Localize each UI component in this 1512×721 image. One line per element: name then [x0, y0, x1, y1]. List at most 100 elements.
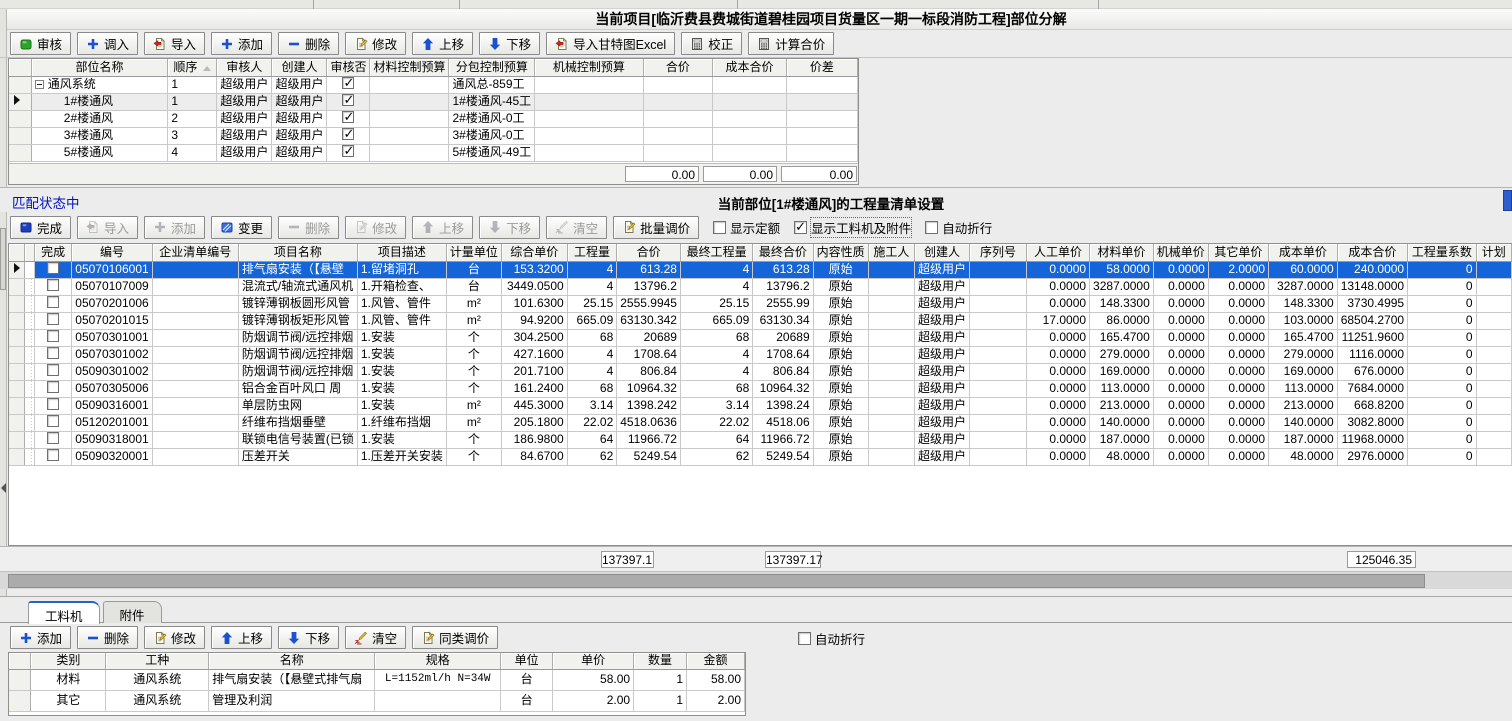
tab-resources[interactable]: 工料机 — [28, 601, 100, 624]
boq-row[interactable]: 05090316001 单层防虫网 1.安装 m² 445.3000 3.14 … — [9, 397, 1512, 414]
audited-checkbox[interactable] — [342, 94, 354, 106]
import-list-button[interactable]: 导入 — [77, 216, 138, 239]
calc-total-price-button[interactable]: 计算合价 — [748, 32, 834, 55]
done-checkbox[interactable] — [47, 449, 59, 461]
load-in-button[interactable]: 调入 — [77, 32, 138, 55]
section-row[interactable]: 5#楼通风 4 超级用户 超级用户 5#楼通风-49工 — [9, 144, 858, 161]
boq-row[interactable]: 05070301002 防烟调节阀/远控排烟 1.安装 个 427.1600 4… — [9, 346, 1512, 363]
col-serial[interactable]: 序列号 — [970, 244, 1027, 261]
same-type-price-button[interactable]: 同类调价 — [412, 626, 498, 649]
audited-checkbox[interactable] — [342, 111, 354, 123]
done-checkbox[interactable] — [47, 279, 59, 291]
done-checkbox[interactable] — [47, 415, 59, 427]
done-checkbox[interactable] — [47, 296, 59, 308]
col-price-diff[interactable]: 价差 — [786, 59, 857, 76]
horizontal-scrollbar[interactable] — [0, 571, 1512, 589]
boq-row[interactable]: 05070305006 铝合金百叶风口 周 1.安装 个 161.2400 68… — [9, 380, 1512, 397]
move-down-button[interactable]: 下移 — [479, 32, 540, 55]
checkbox-icon[interactable] — [925, 221, 938, 234]
done-checkbox[interactable] — [47, 262, 59, 274]
batch-price-button[interactable]: 批量调价 — [613, 216, 699, 239]
modify-section-button[interactable]: 修改 — [345, 32, 406, 55]
move-up-resource-button[interactable]: 上移 — [211, 626, 272, 649]
col-total[interactable]: 合价 — [617, 244, 681, 261]
audit-button[interactable]: 审核 — [10, 32, 71, 55]
col-total[interactable]: 合价 — [643, 59, 712, 76]
change-button[interactable]: 变更 — [211, 216, 272, 239]
audited-checkbox[interactable] — [342, 145, 354, 157]
scrollbar-thumb[interactable] — [8, 574, 1425, 588]
done-checkbox[interactable] — [47, 330, 59, 342]
boq-row[interactable]: 05070301001 防烟调节阀/远控排烟 1.安装 个 304.2500 6… — [9, 329, 1512, 346]
col-constructor[interactable]: 施工人 — [868, 244, 914, 261]
add-item-button[interactable]: 添加 — [144, 216, 205, 239]
checkbox-icon[interactable] — [794, 221, 807, 234]
col-item-name[interactable]: 项目名称 — [238, 244, 357, 261]
col-name[interactable]: 名称 — [209, 653, 375, 669]
auto-wrap-checkbox[interactable]: 自动折行 — [925, 218, 992, 237]
audited-checkbox[interactable] — [342, 77, 354, 89]
col-cost-price[interactable]: 成本单价 — [1269, 244, 1338, 261]
boq-row[interactable]: 05070106001 排气扇安装（【悬壁 1.留堵洞孔 台 153.3200 … — [9, 261, 1512, 278]
col-spec[interactable]: 规格 — [375, 653, 501, 669]
modify-item-button[interactable]: 修改 — [345, 216, 406, 239]
col-comp-unit-price[interactable]: 综合单价 — [501, 244, 567, 261]
move-down-resource-button[interactable]: 下移 — [278, 626, 339, 649]
calibrate-button[interactable]: 校正 — [681, 32, 742, 55]
col-order[interactable]: 顺序 — [168, 59, 217, 76]
show-quota-checkbox[interactable]: 显示定额 — [713, 218, 780, 237]
col-content-nature[interactable]: 内容性质 — [813, 244, 868, 261]
col-auditor[interactable]: 审核人 — [217, 59, 272, 76]
show-resources-checkbox[interactable]: 显示工料机及附件 — [794, 218, 911, 237]
done-checkbox[interactable] — [47, 313, 59, 325]
checkbox-icon[interactable] — [713, 221, 726, 234]
section-row[interactable]: 通风系统 1 超级用户 超级用户 通风总-859工 — [9, 76, 858, 93]
col-qty-factor[interactable]: 工程量系数 — [1408, 244, 1476, 261]
delete-section-button[interactable]: 删除 — [278, 32, 339, 55]
col-qty[interactable]: 数量 — [634, 653, 687, 669]
done-checkbox[interactable] — [47, 432, 59, 444]
add-resource-button[interactable]: 添加 — [10, 626, 71, 649]
col-amount[interactable]: 金额 — [687, 653, 745, 669]
boq-row[interactable]: 05070201015 镀锌薄钢板矩形风管 1.风管、管件 m² 94.9200… — [9, 312, 1512, 329]
modify-resource-button[interactable]: 修改 — [144, 626, 205, 649]
collapse-icon[interactable] — [35, 80, 44, 89]
clear-button[interactable]: 清空 — [546, 216, 607, 239]
col-labor-price[interactable]: 人工单价 — [1026, 244, 1089, 261]
resource-row[interactable]: 材料 通风系统 排气扇安装（【悬壁式排气扇 L=1152ml/h N=34W 台… — [9, 669, 745, 690]
done-checkbox[interactable] — [47, 381, 59, 393]
col-machine-price[interactable]: 机械单价 — [1153, 244, 1208, 261]
resource-row[interactable]: 其它 通风系统 管理及利润 台 2.00 1 2.00 — [9, 690, 745, 711]
boq-row[interactable]: 05070201006 镀锌薄钢板圆形风管 1.风管、管件 m² 101.630… — [9, 295, 1512, 312]
col-material-budget[interactable]: 材料控制预算 — [370, 59, 449, 76]
col-creator[interactable]: 创建人 — [915, 244, 970, 261]
boq-row[interactable]: 05090301002 防烟调节阀/远控排烟 1.安装 个 201.7100 4… — [9, 363, 1512, 380]
collapse-left-icon[interactable] — [1, 483, 6, 493]
boq-row[interactable]: 05090318001 联锁电信号装置(已锁 1.安装 个 186.9800 6… — [9, 431, 1512, 448]
col-final-total[interactable]: 最终合价 — [753, 244, 813, 261]
col-res-unit[interactable]: 单位 — [501, 653, 553, 669]
done-checkbox[interactable] — [47, 398, 59, 410]
col-done[interactable]: 完成 — [35, 244, 72, 261]
col-quantity[interactable]: 工程量 — [567, 244, 617, 261]
col-audited[interactable]: 审核否 — [327, 59, 370, 76]
col-machine-budget[interactable]: 机械控制预算 — [535, 59, 643, 76]
delete-item-button[interactable]: 删除 — [278, 216, 339, 239]
tab-attachments[interactable]: 附件 — [103, 601, 162, 623]
auto-wrap-detail-checkbox[interactable]: 自动折行 — [798, 629, 865, 648]
move-up-item-button[interactable]: 上移 — [412, 216, 473, 239]
finish-button[interactable]: 完成 — [10, 216, 71, 239]
import-gantt-excel-button[interactable]: 导入甘特图Excel — [546, 32, 675, 55]
col-cost-total[interactable]: 成本合价 — [1337, 244, 1407, 261]
clear-resources-button[interactable]: 清空 — [345, 626, 406, 649]
col-part-name[interactable]: 部位名称 — [31, 59, 168, 76]
boq-row[interactable]: 05120201001 纤维布挡烟垂壁 1.纤维布挡烟 m² 205.1800 … — [9, 414, 1512, 431]
col-other-price[interactable]: 其它单价 — [1208, 244, 1268, 261]
boq-row[interactable]: 05070107009 混流式/轴流式通风机 1.开箱检查、 台 3449.05… — [9, 278, 1512, 295]
boq-row[interactable]: 05090320001 压差开关 1.压差开关安装 个 84.6700 62 5… — [9, 448, 1512, 465]
col-enterprise-code[interactable]: 企业清单编号 — [152, 244, 238, 261]
checkbox-icon[interactable] — [798, 632, 811, 645]
col-final-quantity[interactable]: 最终工程量 — [680, 244, 752, 261]
col-item-desc[interactable]: 项目描述 — [357, 244, 446, 261]
col-category[interactable]: 类别 — [31, 653, 106, 669]
